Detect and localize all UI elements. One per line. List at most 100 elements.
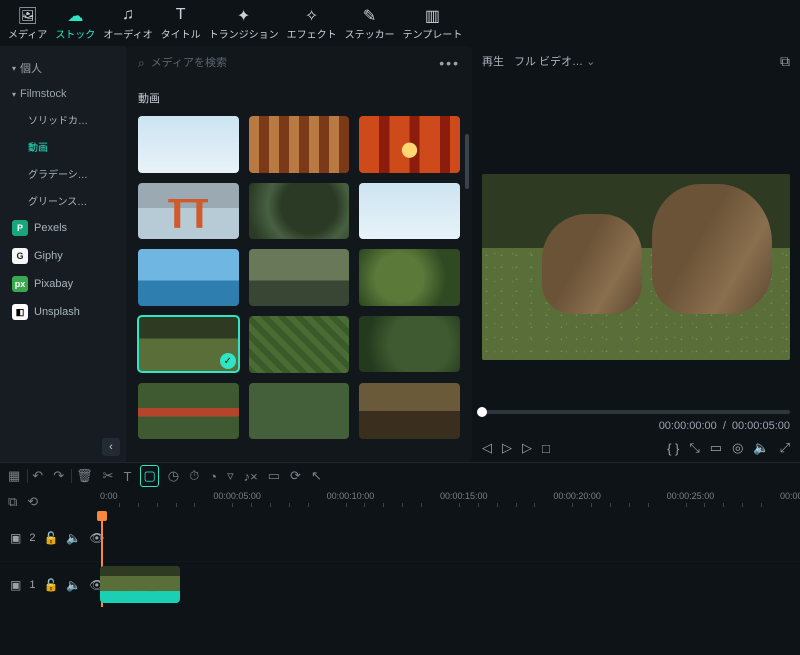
- search-input[interactable]: [151, 57, 432, 69]
- audio-detach-icon[interactable]: ♪×: [244, 469, 258, 484]
- stock-thumbnail[interactable]: [249, 249, 350, 306]
- more-options-icon[interactable]: •••: [439, 55, 460, 71]
- sidebar-provider[interactable]: pxPixabay: [0, 270, 126, 298]
- stock-thumbnail[interactable]: [359, 116, 460, 173]
- effect-label: エフェクト: [287, 26, 337, 41]
- source-sidebar: 個人Filmstockソリッドカ…動画グラデーシ…グリーンス…PPexels GG…: [0, 46, 126, 462]
- sidebar-section[interactable]: 個人: [0, 54, 126, 82]
- mute-icon[interactable]: 🔈: [66, 531, 81, 545]
- crop-icon[interactable]: ▢: [141, 466, 157, 486]
- thumbnail-grid: ✓: [126, 112, 472, 462]
- transition-label: トランジション: [209, 26, 279, 41]
- speed-icon[interactable]: ◷: [168, 468, 179, 484]
- sidebar-provider[interactable]: ◧Unsplash: [0, 298, 126, 326]
- marker-icon[interactable]: ▿: [227, 468, 234, 484]
- sidebar-item[interactable]: グラデーシ…: [0, 160, 126, 187]
- stock-label: ストック: [55, 26, 95, 41]
- tab-audio[interactable]: ♫オーディオ: [103, 6, 152, 41]
- stock-thumbnail[interactable]: ✓: [138, 316, 239, 373]
- render-icon[interactable]: ⟳: [290, 468, 301, 484]
- preview-progress[interactable]: [482, 410, 790, 414]
- stock-thumbnail[interactable]: [138, 183, 239, 240]
- freeze-icon[interactable]: ⏱: [189, 468, 199, 484]
- mute-icon[interactable]: 🔈: [66, 578, 81, 592]
- tab-title[interactable]: Tタイトル: [161, 6, 201, 41]
- undo-icon[interactable]: ↶: [32, 468, 43, 484]
- sidebar-item[interactable]: ソリッドカ…: [0, 106, 126, 133]
- display-icon[interactable]: ▭: [710, 440, 722, 456]
- cursor-icon[interactable]: ↖: [311, 468, 322, 484]
- snapshot-icon[interactable]: ◎: [732, 440, 743, 456]
- sidebar-collapse-icon[interactable]: ‹: [102, 438, 120, 456]
- track-type-icon: ▣: [10, 531, 21, 545]
- sidebar-item[interactable]: グリーンス…: [0, 187, 126, 214]
- step-back-icon[interactable]: ◁: [482, 440, 492, 456]
- provider-label: Unsplash: [34, 306, 80, 318]
- stock-thumbnail[interactable]: [249, 116, 350, 173]
- tab-transition[interactable]: ✦トランジション: [209, 6, 279, 41]
- group-icon[interactable]: ▦: [8, 468, 20, 484]
- step-fwd-icon[interactable]: ▷: [502, 440, 512, 456]
- stock-thumbnail[interactable]: [359, 383, 460, 440]
- media-label: メディア: [8, 26, 47, 41]
- ruler-tick: 00:00:10:00: [327, 491, 375, 501]
- track-body[interactable]: 奈良の鹿: [100, 562, 800, 607]
- stock-thumbnail[interactable]: [249, 383, 350, 440]
- speed-ramp-icon[interactable]: ◔: [209, 469, 217, 484]
- provider-badge: G: [12, 248, 28, 264]
- stock-thumbnail[interactable]: [138, 383, 239, 440]
- sidebar-section[interactable]: Filmstock: [0, 82, 126, 106]
- markers-icon[interactable]: { }: [667, 441, 679, 456]
- sidebar-item[interactable]: 動画: [0, 133, 126, 160]
- timeline: ▦ ↶ ↷ 🗑 ✂ T ▢ ◷ ⏱ ◔ ▿ ♪× ▭ ⟳ ↖ ⧉ ⟲ 0:000…: [0, 462, 800, 607]
- stock-thumbnail[interactable]: [359, 249, 460, 306]
- redo-icon[interactable]: ↷: [53, 468, 64, 484]
- tab-template[interactable]: ▥テンプレート: [403, 6, 463, 41]
- fullscreen-icon[interactable]: ⤢: [780, 440, 790, 456]
- stock-thumbnail[interactable]: [249, 183, 350, 240]
- track-number: 2: [29, 532, 35, 544]
- preview-size-dropdown[interactable]: フル ビデオ…: [514, 53, 595, 69]
- monitor-icon[interactable]: ⧉: [780, 53, 790, 70]
- preview-panel: 再生 フル ビデオ… ⧉ 00:00:00:00 / 00:00:05:00 ◁…: [472, 46, 800, 462]
- play-icon[interactable]: ▷: [522, 440, 532, 456]
- preview-video[interactable]: [482, 174, 790, 360]
- sidebar-provider[interactable]: G Giphy: [0, 242, 126, 270]
- check-icon: ✓: [220, 353, 236, 369]
- sticker-icon: ✎: [363, 6, 376, 24]
- stock-thumbnail[interactable]: [138, 116, 239, 173]
- volume-icon[interactable]: 🔈: [753, 440, 769, 456]
- record-icon[interactable]: ▭: [268, 468, 280, 484]
- text-icon[interactable]: T: [124, 469, 132, 484]
- progress-handle[interactable]: [477, 407, 487, 417]
- lock-icon[interactable]: 🔓: [43, 531, 58, 545]
- template-icon: ▥: [425, 6, 440, 24]
- provider-badge: px: [12, 276, 28, 292]
- link-icon[interactable]: ⟲: [27, 494, 38, 510]
- tab-effect[interactable]: ✧ エフェクト: [287, 6, 337, 41]
- ruler-tick: 00:00:05:00: [213, 491, 261, 501]
- provider-label: Giphy: [34, 250, 63, 262]
- expand-icon[interactable]: ⤡: [689, 440, 699, 456]
- stock-thumbnail[interactable]: [359, 183, 460, 240]
- stock-thumbnail[interactable]: [359, 316, 460, 373]
- lock-icon[interactable]: 🔓: [43, 578, 58, 592]
- stock-thumbnail[interactable]: [249, 316, 350, 373]
- stock-thumbnail[interactable]: [138, 249, 239, 306]
- copy-icon[interactable]: ⧉: [8, 494, 17, 510]
- effect-icon: ✧: [305, 6, 318, 24]
- tab-stock[interactable]: ☁ストック: [55, 6, 95, 41]
- timeline-clip[interactable]: 奈良の鹿: [100, 566, 180, 603]
- sidebar-provider[interactable]: PPexels: [0, 214, 126, 242]
- ruler-tick: 00:00:15:00: [440, 491, 488, 501]
- time-ruler[interactable]: 0:0000:00:05:0000:00:10:0000:00:15:0000:…: [100, 489, 800, 515]
- delete-icon[interactable]: 🗑: [76, 468, 93, 484]
- scrollbar[interactable]: [465, 134, 469, 456]
- track-body[interactable]: [100, 515, 800, 561]
- ruler-tick: 00:00:30:00: [780, 491, 800, 501]
- tab-media[interactable]: 🖼メディア: [8, 6, 47, 41]
- track-type-icon: ▣: [10, 578, 21, 592]
- stop-icon[interactable]: □: [542, 441, 550, 456]
- cut-icon[interactable]: ✂: [103, 468, 114, 484]
- tab-sticker[interactable]: ✎ステッカー: [345, 6, 395, 41]
